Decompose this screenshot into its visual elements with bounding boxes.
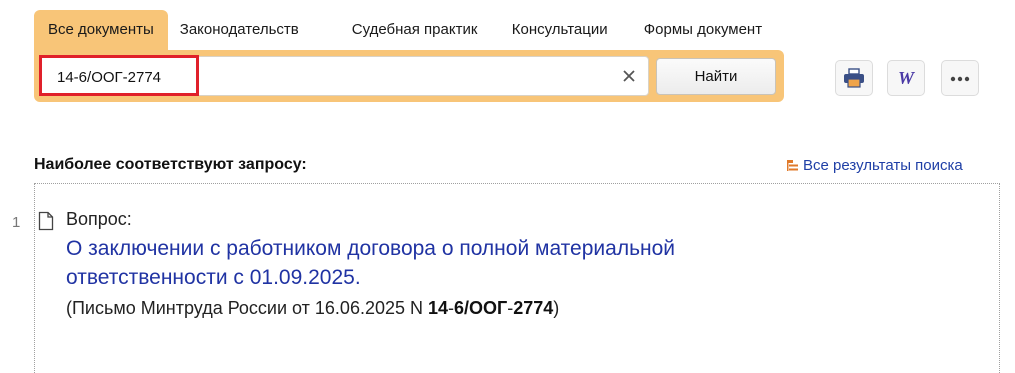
results-heading: Наиболее соответствуют запросу: [34, 156, 307, 173]
find-button[interactable]: Найти [656, 58, 776, 95]
ellipsis-icon [950, 76, 970, 82]
print-button[interactable] [835, 60, 873, 96]
result-type-label: Вопрос: [66, 209, 132, 229]
search-field-wrapper [40, 56, 649, 97]
tab-document-forms[interactable]: Формы документ [632, 10, 806, 50]
close-icon[interactable] [620, 67, 638, 85]
all-results-link[interactable]: Все результаты поиска [786, 157, 963, 174]
search-bar: Найти [34, 50, 784, 102]
all-results-label: Все результаты поиска [803, 157, 963, 174]
printer-icon [844, 68, 864, 88]
result-title-link[interactable]: О заключении с работником договора о пол… [66, 234, 786, 292]
result-number: 1 [12, 214, 21, 231]
document-type-tabs: Все документы Законодательств Судебная п… [34, 10, 806, 50]
document-icon [38, 211, 54, 231]
export-word-button[interactable]: W [887, 60, 925, 96]
svg-text:W: W [898, 68, 916, 88]
word-icon: W [898, 68, 916, 88]
search-input[interactable] [55, 57, 619, 97]
tab-court-practice[interactable]: Судебная практик [328, 10, 500, 50]
tab-all-documents[interactable]: Все документы [34, 10, 168, 50]
result-citation: (Письмо Минтруда России от 16.06.2025 N … [66, 298, 560, 318]
results-list-icon [787, 159, 798, 171]
tab-legislation[interactable]: Законодательств [168, 10, 328, 50]
tab-consultations[interactable]: Консультации [500, 10, 632, 50]
more-options-button[interactable] [941, 60, 979, 96]
